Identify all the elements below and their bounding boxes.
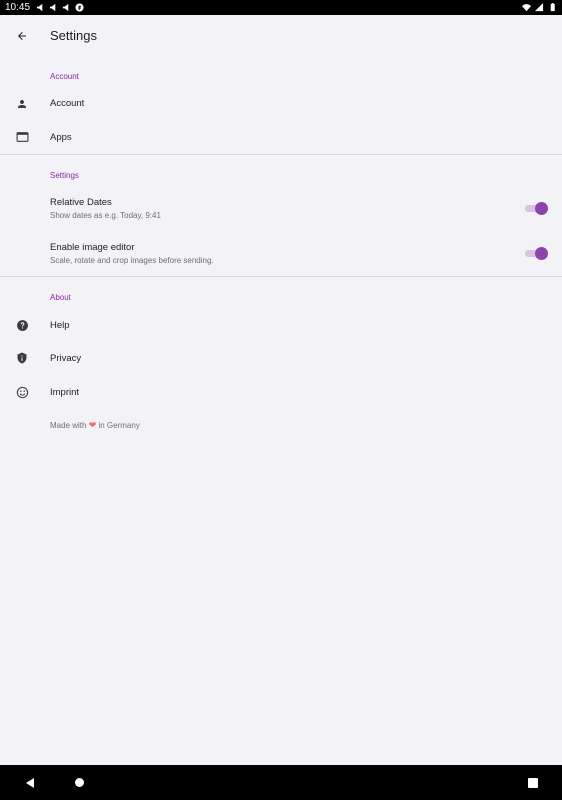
help-icon — [15, 318, 29, 332]
app-badge-icon — [75, 3, 84, 12]
system-nav-bar — [0, 765, 562, 800]
settings-item-relative-dates[interactable]: Relative Dates Show dates as e.g. Today,… — [0, 193, 562, 229]
megaphone-icon — [62, 3, 69, 12]
toggle-thumb — [535, 202, 548, 215]
settings-item-label: Imprint — [50, 387, 80, 398]
shield-icon — [15, 351, 29, 365]
battery-icon — [550, 3, 555, 12]
settings-item-privacy[interactable]: Privacy — [0, 346, 562, 370]
nav-home-icon[interactable] — [75, 778, 84, 787]
app-bar: Settings — [0, 15, 562, 57]
made-with-text: Made with ❤ in Germany — [50, 420, 140, 431]
wifi-icon — [522, 4, 531, 12]
settings-item-subtitle: Show dates as e.g. Today, 9:41 — [50, 211, 161, 220]
smiley-icon — [15, 385, 29, 399]
made-with-suffix: in Germany — [98, 421, 140, 430]
megaphone-icon — [36, 3, 43, 12]
relative-dates-toggle[interactable] — [525, 202, 548, 215]
settings-item-image-editor[interactable]: Enable image editor Scale, rotate and cr… — [0, 238, 562, 274]
window-icon — [15, 130, 29, 144]
status-bar: 10:45 — [0, 0, 562, 15]
image-editor-toggle[interactable] — [525, 247, 548, 260]
nav-recents-icon[interactable] — [528, 778, 538, 788]
section-divider — [0, 154, 562, 155]
nav-back-icon[interactable] — [24, 777, 36, 789]
signal-icon — [535, 3, 544, 12]
toggle-thumb — [535, 247, 548, 260]
settings-item-label: Apps — [50, 132, 72, 143]
back-button[interactable] — [12, 26, 32, 46]
settings-item-label: Relative Dates — [50, 197, 112, 208]
section-header-about: About — [50, 293, 71, 302]
settings-item-label: Privacy — [50, 353, 82, 364]
settings-item-label: Enable image editor — [50, 242, 135, 253]
person-icon — [15, 97, 29, 111]
settings-item-imprint[interactable]: Imprint — [0, 380, 562, 404]
status-time: 10:45 — [5, 2, 31, 13]
settings-item-help[interactable]: Help — [0, 313, 562, 337]
made-with-prefix: Made with — [50, 421, 87, 430]
page-title: Settings — [50, 28, 97, 43]
megaphone-icon — [49, 3, 56, 12]
settings-item-account[interactable]: Account — [0, 92, 562, 116]
settings-item-label: Help — [50, 320, 70, 331]
section-header-settings: Settings — [50, 171, 79, 180]
settings-item-label: Account — [50, 98, 85, 109]
section-divider — [0, 276, 562, 277]
settings-item-subtitle: Scale, rotate and crop images before sen… — [50, 256, 214, 265]
heart-icon: ❤ — [88, 420, 97, 430]
section-header-account: Account — [50, 72, 79, 81]
settings-item-apps[interactable]: Apps — [0, 125, 562, 149]
arrow-back-icon — [18, 32, 26, 40]
